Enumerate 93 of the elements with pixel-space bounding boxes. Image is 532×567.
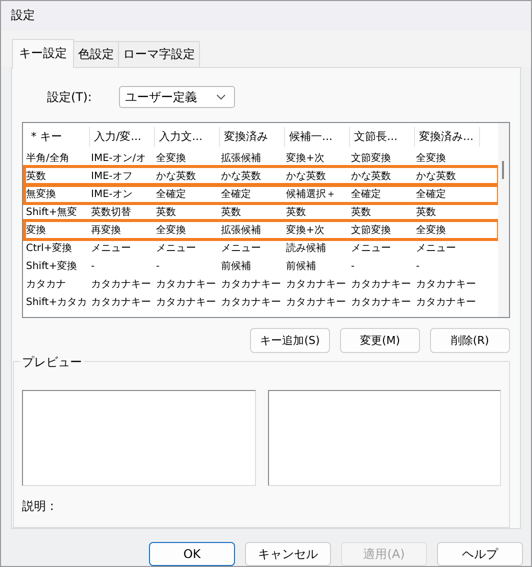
dialog-button[interactable]: キャンセル bbox=[245, 542, 331, 566]
table-cell-text: 無変換 bbox=[25, 188, 57, 201]
table-cell-text: 英数 bbox=[25, 170, 47, 183]
table-cell-text: かな英数 bbox=[220, 170, 262, 183]
dialog-button[interactable]: ヘルプ bbox=[437, 542, 523, 566]
scrollbar[interactable] bbox=[498, 123, 509, 317]
table-cell-text: カタカナキー bbox=[220, 296, 282, 309]
table-cell-text: 全変換 bbox=[155, 224, 187, 237]
table-cell-text: 英数 bbox=[285, 206, 307, 219]
tab[interactable]: ローマ字設定 bbox=[118, 41, 200, 67]
table-cell-text: 再変換 bbox=[90, 224, 122, 237]
table-cell-text: カタカナキー bbox=[90, 296, 152, 309]
table-cell-text: カタカナキー bbox=[415, 296, 477, 309]
table-row[interactable]: Shift+無変 英数切替 英数 英数 英数 英数 英数 bbox=[25, 203, 498, 221]
table-cell-text: カタカナキー bbox=[285, 296, 347, 309]
setting-label: 設定(T): bbox=[47, 88, 93, 106]
table-cell-text: カタカナキー bbox=[155, 278, 217, 291]
table-cell-text: かな英数 bbox=[350, 170, 392, 183]
column-header[interactable]: 文節長... bbox=[350, 127, 415, 147]
dialog-button[interactable]: OK bbox=[149, 542, 235, 566]
table-cell-text: 全変換 bbox=[415, 224, 447, 237]
table-cell-text: メニュー bbox=[415, 242, 457, 255]
table-cell-text: 変換+次 bbox=[285, 152, 326, 165]
table-cell-text: Shift+変換 bbox=[25, 260, 78, 273]
table-cell-text: - bbox=[155, 260, 161, 272]
table-cell-text: メニュー bbox=[155, 242, 197, 255]
column-header[interactable]: 変換済み... bbox=[415, 127, 480, 147]
table-cell-text: カタカナキー bbox=[220, 278, 282, 291]
table-cell-text: メニュー bbox=[220, 242, 262, 255]
table-cell-text: メニュー bbox=[90, 242, 132, 255]
table-cell-text: かな英数 bbox=[415, 170, 457, 183]
table-action-button[interactable]: キー追加(S) bbox=[250, 328, 330, 353]
tab[interactable]: キー設定 bbox=[12, 39, 74, 68]
table-cell-text: カタカナ bbox=[25, 278, 67, 291]
table-row[interactable]: 変換 再変換 全変換 拡張候補 変換+次 文節変換 全変換 bbox=[25, 221, 498, 239]
table-cell-text: かな英数 bbox=[285, 170, 327, 183]
table-cell-text: 前候補 bbox=[220, 260, 252, 273]
table-cell-text: IME-オフ bbox=[90, 170, 134, 183]
table-cell-text: 読み候補 bbox=[285, 242, 327, 255]
table-cell-text: 文節変換 bbox=[350, 224, 392, 237]
table-cell-text: 全確定 bbox=[415, 188, 447, 201]
table-cell-text: IME-オン bbox=[90, 188, 134, 201]
table-cell-text: 英数 bbox=[155, 206, 177, 219]
table-cell-text: カタカナキー bbox=[350, 296, 412, 309]
table-cell-text: 全確定 bbox=[350, 188, 382, 201]
setting-dropdown[interactable]: ユーザー定義 bbox=[119, 86, 235, 108]
table-cell-text: 英数 bbox=[415, 206, 437, 219]
table-cell-text: Ctrl+変換 bbox=[25, 242, 74, 255]
window-title: 設定 bbox=[11, 6, 35, 24]
table-cell-text: 英数 bbox=[220, 206, 242, 219]
table-cell-text: Shift+無変 bbox=[25, 206, 78, 219]
table-cell-text: 半角/全角 bbox=[25, 152, 70, 165]
table-cell-text: Shift+カタカ bbox=[25, 296, 88, 309]
table-row[interactable]: Ctrl+変換 メニュー メニュー メニュー 読み候補 メニュー メニュー bbox=[25, 239, 498, 257]
table-cell-text: メニュー bbox=[350, 242, 392, 255]
table-cell-text: カタカナキー bbox=[155, 296, 217, 309]
table-cell-text: 前候補 bbox=[285, 260, 317, 273]
description-label: 説明 : bbox=[22, 498, 55, 515]
table-cell-text: カタカナキー bbox=[90, 278, 152, 291]
table-cell-text: 英数切替 bbox=[90, 206, 132, 219]
table-cell-text: 変換+次 bbox=[285, 224, 326, 237]
table-row[interactable]: 英数 IME-オフ かな英数 かな英数 かな英数 かな英数 かな英数 bbox=[25, 167, 498, 185]
table-row[interactable]: 無変換 IME-オン 全確定 全確定 候補選択＋ 全確定 全確定 bbox=[25, 185, 498, 203]
column-header[interactable]: 変換済み bbox=[220, 127, 285, 147]
table-cell-text: - bbox=[415, 260, 421, 272]
table-row[interactable]: 半角/全角 IME-オン/オ 全変換 拡張候補 変換+次 文節変換 全変換 bbox=[25, 149, 498, 167]
table-action-button[interactable]: 変更(M) bbox=[340, 328, 420, 353]
column-header[interactable]: 候補一... bbox=[285, 127, 350, 147]
table-row[interactable]: カタカナ カタカナキー カタカナキー カタカナキー カタカナキー カタカナキー カタカナキー bbox=[25, 275, 498, 293]
table-cell-text: - bbox=[90, 260, 96, 272]
table-action-button[interactable]: 削除(R) bbox=[430, 328, 510, 353]
table-cell-text: - bbox=[350, 260, 356, 272]
table-cell-text: 全確定 bbox=[155, 188, 187, 201]
table-cell-text: 文節変換 bbox=[350, 152, 392, 165]
chevron-down-icon bbox=[216, 94, 226, 100]
table-cell-text: カタカナキー bbox=[415, 278, 477, 291]
table-cell-text: IME-オン/オ bbox=[90, 152, 147, 165]
table-cell-text: カタカナキー bbox=[285, 278, 347, 291]
table-row[interactable]: Shift+変換 - - 前候補 前候補 - - bbox=[25, 257, 498, 275]
table-cell-text: 変換 bbox=[25, 224, 47, 237]
table-cell-text: カタカナキー bbox=[350, 278, 412, 291]
table-cell-text: 候補選択＋ bbox=[285, 188, 337, 201]
table-cell-text: 全変換 bbox=[155, 152, 187, 165]
table-cell-text: かな英数 bbox=[155, 170, 197, 183]
table-cell-text: 拡張候補 bbox=[220, 152, 262, 165]
table-cell-text: 拡張候補 bbox=[220, 224, 262, 237]
table-row[interactable]: Shift+カタカ カタカナキー カタカナキー カタカナキー カタカナキー カタカナキー カタカナキー bbox=[25, 293, 498, 311]
column-header[interactable]: 入力/変... bbox=[90, 127, 155, 147]
table-cell-text: 全確定 bbox=[220, 188, 252, 201]
table-cell-text: 全変換 bbox=[415, 152, 447, 165]
table-cell-text: 英数 bbox=[350, 206, 372, 219]
column-header[interactable]: 入力文... bbox=[155, 127, 220, 147]
column-header[interactable]: * キー bbox=[25, 127, 90, 147]
